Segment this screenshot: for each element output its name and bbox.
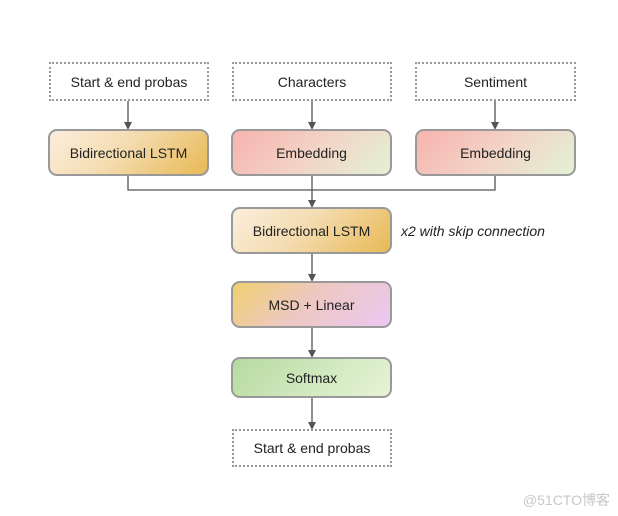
softmax-box: Softmax [231, 357, 392, 398]
watermark: @51CTO博客 [522, 492, 610, 508]
skip-connection-note: x2 with skip connection [401, 223, 545, 239]
bilstm-main-box: Bidirectional LSTM [231, 207, 392, 254]
input-sentiment-label: Sentiment [463, 73, 528, 90]
input-characters-box: Characters [232, 62, 392, 101]
embedding-characters-label: Embedding [276, 144, 347, 161]
embedding-sentiment-box: Embedding [415, 129, 576, 176]
bilstm-main-label: Bidirectional LSTM [252, 222, 371, 239]
msd-linear-box: MSD + Linear [231, 281, 392, 328]
embedding-characters-box: Embedding [231, 129, 392, 176]
input-start-end-label: Start & end probas [70, 73, 188, 90]
output-start-end-label: Start & end probas [253, 440, 371, 456]
output-start-end-box: Start & end probas [232, 429, 392, 467]
bilstm-top-label: Bidirectional LSTM [69, 144, 188, 161]
input-sentiment-box: Sentiment [415, 62, 576, 101]
bilstm-top-box: Bidirectional LSTM [48, 129, 209, 176]
input-start-end-box: Start & end probas [49, 62, 209, 101]
softmax-label: Softmax [285, 369, 338, 386]
embedding-sentiment-label: Embedding [460, 144, 531, 161]
input-characters-label: Characters [277, 73, 347, 90]
msd-linear-label: MSD + Linear [268, 296, 355, 313]
